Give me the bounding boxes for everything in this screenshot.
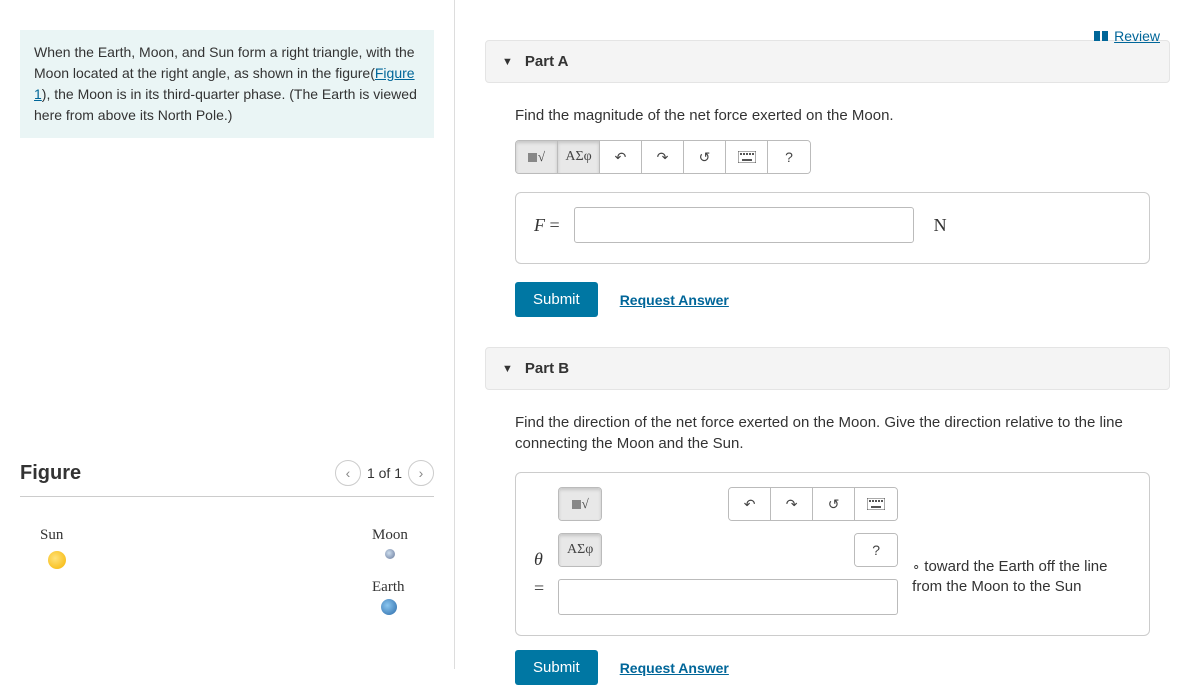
part-a-input[interactable]	[574, 207, 914, 243]
part-a-request-answer-link[interactable]: Request Answer	[620, 292, 729, 308]
templates-button[interactable]: √	[559, 488, 601, 520]
part-a-answer-block: F = N	[515, 192, 1150, 264]
sun-label: Sun	[40, 527, 63, 544]
problem-text-post: ), the Moon is in its third-quarter phas…	[34, 86, 417, 123]
problem-text-pre: When the Earth, Moon, and Sun form a rig…	[34, 44, 415, 81]
part-b-header[interactable]: ▼ Part B	[485, 347, 1170, 390]
part-b-prompt: Find the direction of the net force exer…	[515, 412, 1150, 454]
help-button[interactable]: ?	[855, 534, 897, 566]
keyboard-button[interactable]	[726, 141, 768, 173]
part-b-unit: ∘toward the Earth off the line from the …	[912, 557, 1131, 598]
templates-icon: √	[528, 149, 545, 165]
part-b-submit-button[interactable]: Submit	[515, 650, 598, 685]
figure-next-button[interactable]: ›	[408, 460, 434, 486]
earth-icon	[381, 599, 397, 615]
part-a-toolbar: √ ΑΣφ ↶ ↷ ↺ ?	[515, 140, 811, 174]
sun-icon	[48, 551, 66, 569]
earth-label: Earth	[372, 579, 404, 596]
part-a-unit: N	[934, 215, 947, 236]
keyboard-icon	[867, 498, 885, 510]
undo-button[interactable]: ↶	[729, 488, 771, 520]
figure-prev-button[interactable]: ‹	[335, 460, 361, 486]
redo-button[interactable]: ↷	[771, 488, 813, 520]
keyboard-button[interactable]	[855, 488, 897, 520]
review-icon	[1094, 31, 1108, 41]
part-a-lhs: F =	[534, 211, 560, 240]
caret-down-icon: ▼	[502, 56, 513, 68]
part-a-title: Part A	[525, 53, 569, 70]
reset-button[interactable]: ↺	[684, 141, 726, 173]
figure-pager-label: 1 of 1	[367, 465, 402, 481]
part-a-prompt: Find the magnitude of the net force exer…	[515, 105, 1150, 126]
part-b-input[interactable]	[558, 579, 898, 615]
part-a-submit-button[interactable]: Submit	[515, 282, 598, 317]
moon-label: Moon	[372, 527, 408, 544]
part-b-answer-block: θ= √ ↶ ↷ ↺	[515, 472, 1150, 636]
reset-button[interactable]: ↺	[813, 488, 855, 520]
templates-button[interactable]: √	[516, 141, 558, 173]
review-link[interactable]: Review	[1094, 28, 1160, 44]
part-a-header[interactable]: ▼ Part A	[485, 40, 1170, 83]
part-b-toolbar: √ ↶ ↷ ↺	[558, 487, 898, 521]
caret-down-icon: ▼	[502, 363, 513, 375]
undo-button[interactable]: ↶	[600, 141, 642, 173]
part-b-title: Part B	[525, 360, 569, 377]
keyboard-icon	[738, 151, 756, 163]
problem-statement: When the Earth, Moon, and Sun form a rig…	[20, 30, 434, 138]
part-b-request-answer-link[interactable]: Request Answer	[620, 660, 729, 676]
part-b-lhs: θ=	[534, 545, 544, 603]
moon-icon	[385, 549, 395, 559]
help-button[interactable]: ?	[768, 141, 810, 173]
greek-button[interactable]: ΑΣφ	[559, 534, 601, 566]
figure-canvas: Sun Moon Earth	[20, 517, 434, 657]
redo-button[interactable]: ↷	[642, 141, 684, 173]
figure-title: Figure	[20, 462, 81, 485]
templates-icon: √	[572, 496, 589, 512]
greek-button[interactable]: ΑΣφ	[558, 141, 600, 173]
